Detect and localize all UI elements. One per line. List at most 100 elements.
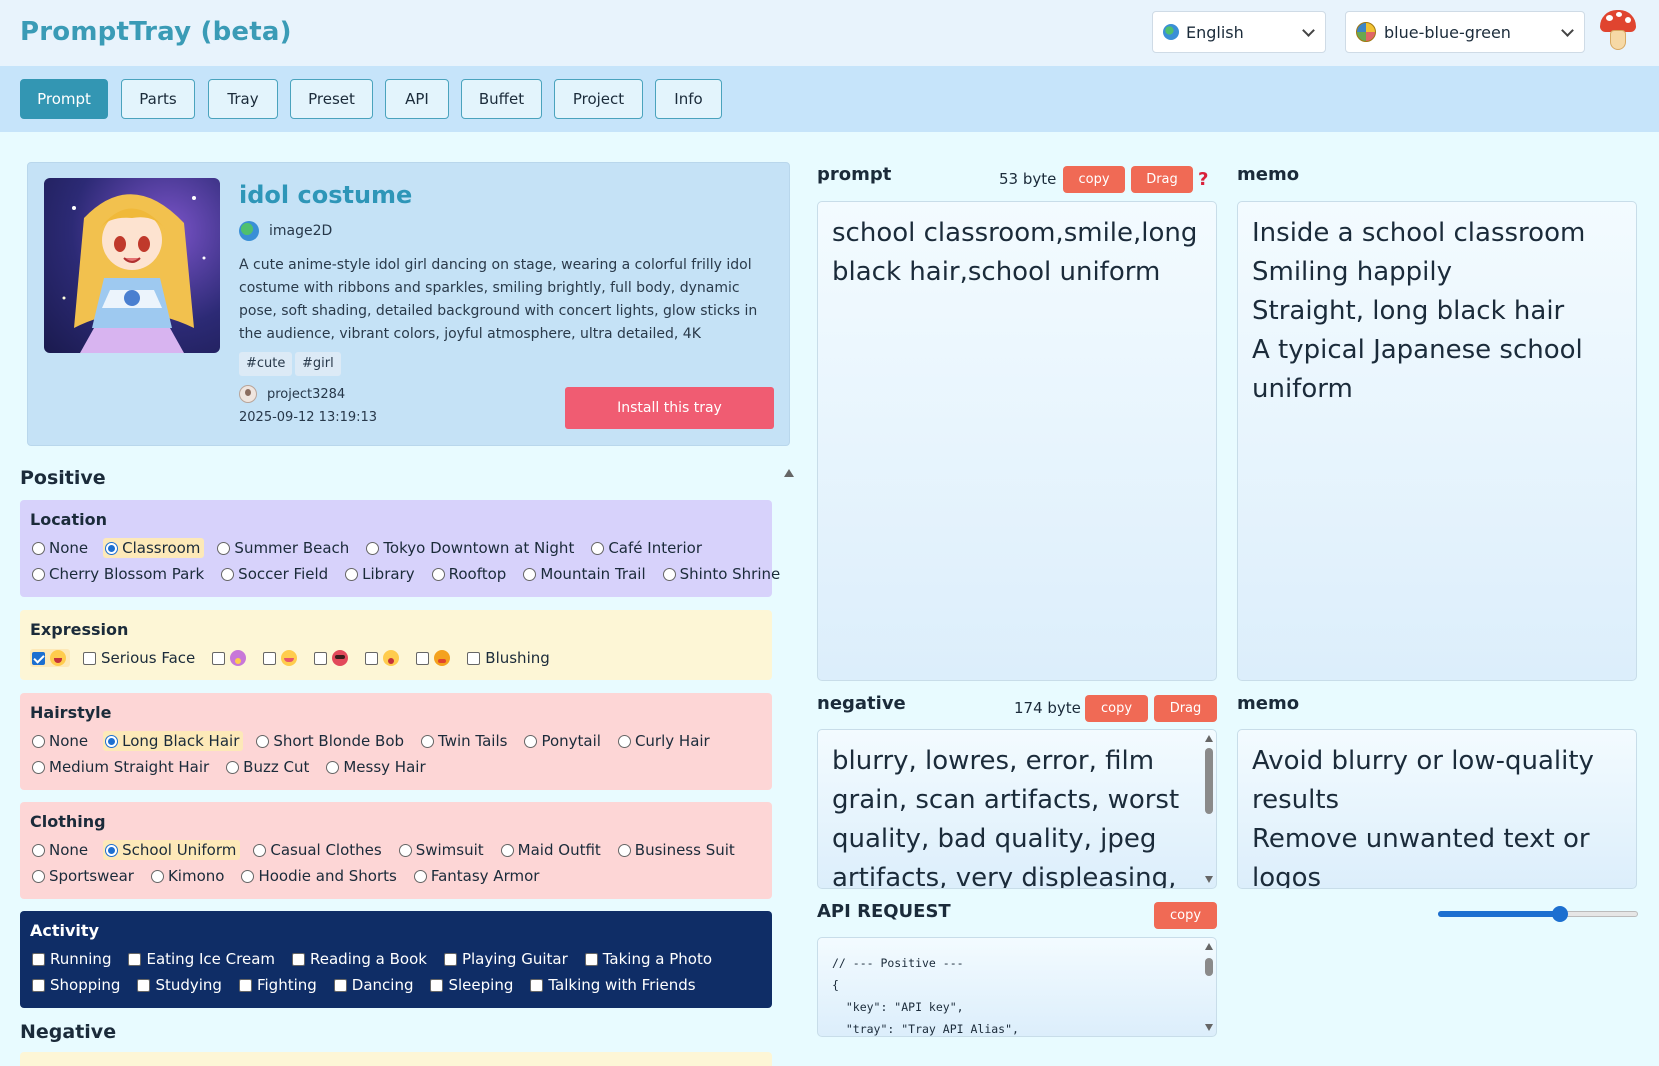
memo-label: memo — [1237, 164, 1300, 185]
sad-face-icon — [230, 650, 247, 666]
theme-select[interactable]: blue-blue-green — [1345, 11, 1585, 53]
clothing-option[interactable]: Kimono — [149, 866, 228, 886]
tab-prompt[interactable]: Prompt — [20, 79, 108, 119]
clothing-option[interactable]: Sportswear — [30, 866, 138, 886]
positive-heading: Positive — [20, 467, 106, 489]
clothing-option[interactable]: Fantasy Armor — [412, 866, 544, 886]
negative-textarea[interactable]: blurry, lowres, error, film grain, scan … — [817, 729, 1217, 889]
activity-option[interactable]: Running — [30, 949, 115, 969]
hairstyle-option[interactable]: Messy Hair — [324, 757, 429, 777]
activity-option[interactable]: Taking a Photo — [583, 949, 716, 969]
hairstyle-option[interactable]: None — [30, 731, 92, 751]
location-option[interactable]: Cherry Blossom Park — [30, 564, 208, 584]
activity-option[interactable]: Studying — [135, 975, 226, 995]
scroll-up-arrow[interactable] — [784, 469, 794, 477]
tray-category: image2D — [239, 221, 332, 241]
activity-option[interactable]: Playing Guitar — [442, 949, 572, 969]
tab-parts[interactable]: Parts — [121, 79, 195, 119]
api-request-textarea[interactable]: // --- Positive --- { "key": "API key", … — [817, 937, 1217, 1037]
avatar — [239, 385, 257, 403]
location-option[interactable]: Classroom — [103, 538, 205, 558]
expression-option[interactable] — [30, 649, 70, 667]
hairstyle-option[interactable]: Long Black Hair — [103, 731, 244, 751]
location-option[interactable]: Soccer Field — [219, 564, 332, 584]
location-option[interactable]: Shinto Shrine — [661, 564, 785, 584]
tab-bar: Prompt Parts Tray Preset API Buffet Proj… — [0, 66, 1659, 132]
prompt-textarea[interactable]: school classroom,smile,long black hair,s… — [817, 201, 1217, 681]
hairstyle-option[interactable]: Twin Tails — [419, 731, 511, 751]
api-copy-button[interactable]: copy — [1154, 902, 1217, 929]
language-select-value: English — [1186, 22, 1244, 42]
hairstyle-option[interactable]: Medium Straight Hair — [30, 757, 213, 777]
location-option[interactable]: Mountain Trail — [521, 564, 649, 584]
tab-preset[interactable]: Preset — [290, 79, 373, 119]
location-option[interactable]: Library — [343, 564, 418, 584]
negative-copy-button[interactable]: copy — [1085, 695, 1148, 722]
negative-drag-button[interactable]: Drag — [1154, 695, 1217, 722]
tag-cute[interactable]: #cute — [239, 352, 293, 376]
api-scrollbar[interactable] — [1204, 940, 1214, 1034]
clothing-option[interactable]: Swimsuit — [397, 840, 488, 860]
location-option[interactable]: Rooftop — [430, 564, 511, 584]
tab-info[interactable]: Info — [655, 79, 722, 119]
tab-tray[interactable]: Tray — [208, 79, 278, 119]
activity-option[interactable]: Fighting — [237, 975, 321, 995]
group-title: Hairstyle — [30, 703, 112, 722]
tray-description: A cute anime-style idol girl dancing on … — [239, 257, 758, 342]
expression-option[interactable] — [312, 649, 352, 667]
location-option[interactable]: Café Interior — [589, 538, 706, 558]
location-option[interactable]: None — [30, 538, 92, 558]
negative-scrollbar[interactable] — [1204, 732, 1214, 886]
prompt-copy-button[interactable]: copy — [1063, 166, 1125, 193]
expression-option[interactable] — [414, 649, 454, 667]
install-tray-button[interactable]: Install this tray — [565, 387, 774, 429]
tray-category-label: image2D — [269, 223, 333, 239]
hairstyle-option[interactable]: Ponytail — [522, 731, 604, 751]
negative-memo-label: memo — [1237, 693, 1300, 714]
tray-date: 2025-09-12 13:19:13 — [239, 410, 378, 425]
palette-icon — [1356, 22, 1376, 42]
group-title: Clothing — [30, 812, 106, 831]
tab-api[interactable]: API — [385, 79, 449, 119]
clothing-option[interactable]: School Uniform — [103, 840, 241, 860]
activity-option[interactable]: Eating Ice Cream — [126, 949, 279, 969]
expression-option[interactable] — [363, 649, 403, 667]
tab-project[interactable]: Project — [554, 79, 643, 119]
location-option[interactable]: Tokyo Downtown at Night — [364, 538, 578, 558]
expression-option[interactable]: Blushing — [465, 648, 553, 668]
font-size-slider[interactable] — [1438, 906, 1638, 922]
negative-memo-textarea[interactable]: Avoid blurry or low-quality results Remo… — [1237, 729, 1637, 889]
hairstyle-option[interactable]: Curly Hair — [616, 731, 714, 751]
activity-option[interactable]: Shopping — [30, 975, 124, 995]
clothing-option[interactable]: Hoodie and Shorts — [239, 866, 400, 886]
location-option[interactable]: Summer Beach — [215, 538, 353, 558]
activity-option[interactable]: Sleeping — [428, 975, 517, 995]
language-select[interactable]: English — [1152, 11, 1326, 53]
help-icon[interactable]: ? — [1198, 169, 1208, 190]
group-clothing: Clothing None School Uniform Casual Clot… — [20, 802, 772, 899]
expression-option[interactable] — [210, 649, 250, 667]
memo-textarea[interactable]: Inside a school classroom Smiling happil… — [1237, 201, 1637, 681]
hairstyle-option[interactable]: Short Blonde Bob — [254, 731, 408, 751]
clothing-option[interactable]: Business Suit — [616, 840, 739, 860]
activity-option[interactable]: Dancing — [332, 975, 418, 995]
clothing-option[interactable]: None — [30, 840, 92, 860]
prompt-drag-button[interactable]: Drag — [1131, 166, 1193, 193]
group-expression: Expression Serious Face Blushing — [20, 610, 772, 680]
mushroom-icon[interactable] — [1598, 8, 1638, 52]
hairstyle-option[interactable]: Buzz Cut — [224, 757, 313, 777]
group-title: Activity — [30, 921, 99, 940]
header: PromptTray (beta) English blue-blue-gree… — [0, 0, 1659, 66]
group-hairstyle: Hairstyle None Long Black Hair Short Blo… — [20, 693, 772, 790]
tray-card: idol costume image2D A cute anime-style … — [27, 162, 790, 446]
activity-option[interactable]: Talking with Friends — [528, 975, 699, 995]
tag-girl[interactable]: #girl — [295, 352, 341, 376]
tray-author: project3284 — [239, 385, 345, 403]
expression-option[interactable] — [261, 649, 301, 667]
tab-buffet[interactable]: Buffet — [461, 79, 542, 119]
group-location: Location None Classroom Summer Beach Tok… — [20, 500, 780, 597]
activity-option[interactable]: Reading a Book — [290, 949, 431, 969]
clothing-option[interactable]: Casual Clothes — [251, 840, 385, 860]
clothing-option[interactable]: Maid Outfit — [499, 840, 605, 860]
expression-option[interactable]: Serious Face — [81, 648, 199, 668]
